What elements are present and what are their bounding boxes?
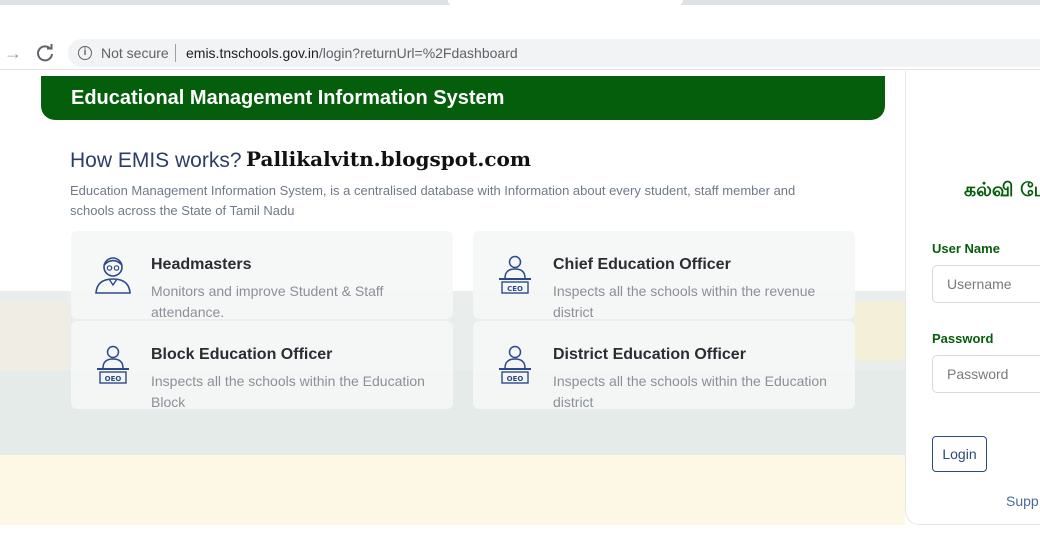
password-label: Password [932,331,994,346]
role-description: Monitors and improve Student & Staff att… [151,283,384,320]
background-shape [0,301,70,371]
role-card-deo: OEO District Education Officer Inspects … [473,321,855,410]
header-banner: Educational Management Information Syste… [41,76,885,120]
role-title: Block Education Officer [151,346,333,363]
url-text[interactable]: emis.tnschools.gov.in/login?returnUrl=%2… [186,45,518,61]
deo-badge-text: OEO [507,375,524,383]
officer-desk-icon: CEO [495,253,535,297]
login-panel: கல்வி மே User Name Password Login Supp [905,71,1040,525]
beo-badge-text: OEO [105,375,122,383]
role-title: Chief Education Officer [553,256,731,273]
username-input[interactable] [932,265,1040,303]
page-content: Educational Management Information Syste… [0,71,1040,546]
back-arrow-icon[interactable]: → [2,42,24,64]
role-card-beo: OEO Block Education Officer Inspects all… [71,321,453,410]
role-title: District Education Officer [553,346,746,363]
browser-toolbar: → i Not secure emis.tnschools.gov.in/log… [0,36,1040,70]
not-secure-label: Not secure [101,45,169,61]
username-label: User Name [932,241,1000,256]
emis-description: Education Management Information System,… [70,183,796,218]
background-footer-band [0,455,905,525]
officer-desk-icon: OEO [93,343,133,387]
banner-title: Educational Management Information Syste… [71,87,505,109]
password-input[interactable] [932,355,1040,393]
role-description: Inspects all the schools within the Educ… [553,373,827,410]
login-button[interactable]: Login [932,436,987,472]
login-tamil-title: கல்வி மே [964,179,1040,201]
role-description: Inspects all the schools within the reve… [553,283,816,320]
url-path: /login?returnUrl=%2Fdashboard [318,45,518,61]
support-link[interactable]: Supp [1006,493,1039,509]
role-description: Inspects all the schools within the Educ… [151,373,425,410]
active-tab[interactable] [448,0,683,6]
background-shape [855,301,905,361]
role-card-headmasters: Headmasters Monitors and improve Student… [71,231,453,320]
officer-desk-icon: OEO [495,343,535,387]
info-icon[interactable]: i [78,46,92,60]
url-host: emis.tnschools.gov.in [186,45,319,61]
reload-icon[interactable] [34,42,56,64]
address-bar[interactable]: i Not secure emis.tnschools.gov.in/login… [68,39,1040,67]
role-title: Headmasters [151,256,252,273]
role-card-ceo: CEO Chief Education Officer Inspects all… [473,231,855,320]
watermark-text: Pallikalvitn.blogspot.com [246,147,531,171]
browser-tabstrip [0,0,1040,36]
headmaster-icon [93,253,133,297]
address-separator [175,44,176,62]
how-emis-heading: How EMIS works? [70,149,242,172]
ceo-badge-text: CEO [507,285,523,293]
